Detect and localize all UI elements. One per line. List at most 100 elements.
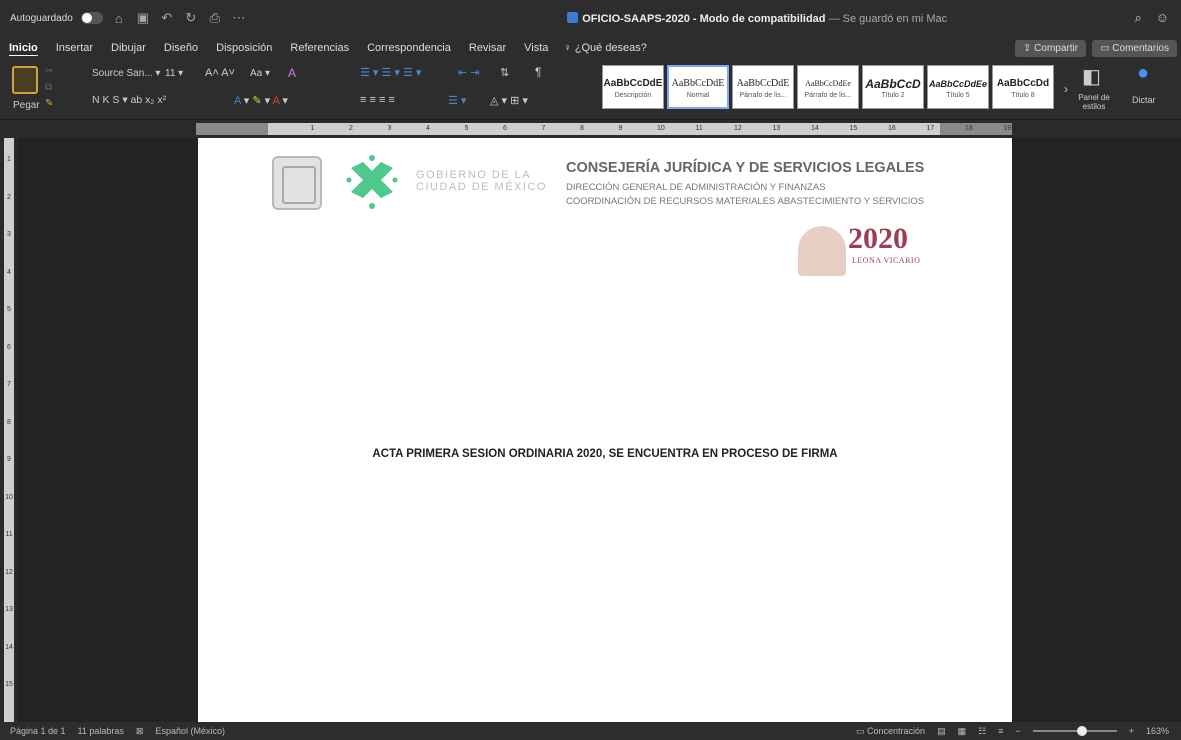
styles-pane-icon[interactable]: ◧ <box>1082 64 1101 89</box>
zoom-slider[interactable] <box>1032 726 1117 736</box>
home-icon[interactable]: ⌂ <box>111 11 127 26</box>
ruler-number: 15 <box>849 125 858 132</box>
body-text[interactable]: ACTA PRIMERA SESION ORDINARIA 2020, SE E… <box>198 448 1012 460</box>
sort-icon[interactable]: ⇅ <box>500 66 509 79</box>
line-spacing-icon[interactable]: ☰ ▾ <box>448 94 466 107</box>
dictate-button[interactable]: Dictar <box>1132 95 1156 105</box>
tab-revisar[interactable]: Revisar <box>460 42 515 54</box>
save-icon[interactable]: ▣ <box>135 10 151 26</box>
ribbon-home: Pegar ✂ ⧉ ✎ Source San... ▾ 11 ▾ A˄ A˅ A… <box>0 60 1181 120</box>
styles-pane-button[interactable]: Panel de estilos <box>1076 93 1112 111</box>
consejeria-heading: CONSEJERÍA JURÍDICA Y DE SERVICIOS LEGAL… <box>566 160 925 176</box>
grow-font-icon[interactable]: A˄ A˅ <box>205 67 235 79</box>
ruler-number: 17 <box>926 125 935 132</box>
ruler-number: 9 <box>618 125 623 132</box>
ruler-number: 5 <box>464 125 469 132</box>
zoom-slider-knob[interactable] <box>1077 726 1088 736</box>
text-color-buttons[interactable]: A ▾ ✎ ▾ A ▾ <box>234 94 288 107</box>
ruler-number: 14 <box>811 125 819 132</box>
style-titulo-2[interactable]: AaBbCcD Título 2 <box>862 65 924 109</box>
search-icon[interactable]: ⌕ <box>1134 10 1141 26</box>
proofing-icon[interactable]: ⊠ <box>136 726 144 737</box>
more-icon[interactable]: ⋯ <box>231 10 247 26</box>
style-titulo-5[interactable]: AaBbCcDdEe Título 5 <box>927 65 989 109</box>
pilcrow-icon[interactable]: ¶ <box>535 65 541 79</box>
web-layout-icon[interactable]: ▦ <box>958 726 967 737</box>
tab-referencias[interactable]: Referencias <box>281 42 358 54</box>
bullets-icon[interactable]: ☰ ▾ ☰ ▾ ☰ ▾ <box>360 66 421 79</box>
indent-icon[interactable]: ⇤ ⇥ <box>458 66 480 79</box>
horizontal-ruler[interactable]: 1 2 3 4 5 6 7 8 9 10 11 12 13 14 15 16 17 18 19 <box>0 120 1181 138</box>
style-parrafo-lista-1[interactable]: AaBbCcDdE Párrafo de lis... <box>732 65 794 109</box>
focus-mode-button[interactable]: ▭ Concentración <box>856 726 925 737</box>
vertical-ruler-number: 4 <box>7 268 11 276</box>
quick-access-toolbar: Autoguardado ⌂ ▣ ↶ ↻ ⎙ ⋯ <box>0 10 380 26</box>
compat-mode: - Modo de compatibilidad <box>692 12 826 25</box>
smiley-icon[interactable]: ☺ <box>1156 10 1169 26</box>
logo-name: LEONA VICARIO <box>852 256 921 265</box>
style-titulo-8[interactable]: AaBbCcDd Título 8 <box>992 65 1054 109</box>
comments-button[interactable]: ▭ Comentarios <box>1092 39 1177 57</box>
word-doc-icon <box>567 11 579 23</box>
right-margin-shade <box>940 123 1012 135</box>
cdmx-logo <box>346 155 398 209</box>
title-bar: Autoguardado ⌂ ▣ ↶ ↻ ⎙ ⋯ OFICIO-SAAPS-20… <box>0 0 1181 36</box>
styles-gallery: AaBbCcDdE Descripción AaBbCcDdE Normal AaB… <box>602 65 1054 115</box>
redo-icon[interactable]: ↻ <box>183 10 199 26</box>
tab-insertar[interactable]: Insertar <box>47 42 102 54</box>
clear-format-icon[interactable]: A <box>288 66 296 80</box>
clipboard-icon[interactable] <box>12 66 38 94</box>
status-bar: Página 1 de 1 11 palabras ⊠ Español (Méx… <box>0 722 1181 740</box>
print-icon[interactable]: ⎙ <box>207 10 223 26</box>
styles-more-icon[interactable]: › <box>1064 82 1068 96</box>
tab-diseno[interactable]: Diseño <box>155 42 207 54</box>
draft-view-icon[interactable]: ≡ <box>998 726 1003 736</box>
format-buttons[interactable]: N K S ▾ ab x₂ x² <box>92 94 166 106</box>
change-case-button[interactable]: Aa ▾ <box>250 68 270 79</box>
align-icons[interactable]: ≡ ≡ ≡ ≡ <box>360 94 395 106</box>
leona-portrait <box>798 226 846 276</box>
share-icon: ⇪ <box>1022 42 1035 54</box>
autosave-toggle[interactable] <box>80 12 103 24</box>
ruler-number: 3 <box>387 125 392 132</box>
undo-icon[interactable]: ↶ <box>159 10 175 26</box>
vertical-ruler-number: 6 <box>7 343 11 351</box>
tab-dibujar[interactable]: Dibujar <box>102 42 155 54</box>
font-name-select[interactable]: Source San... ▾ <box>92 68 160 79</box>
tab-correspondencia[interactable]: Correspondencia <box>358 42 460 54</box>
vertical-ruler-number: 9 <box>7 456 11 463</box>
zoom-in-button[interactable]: + <box>1129 726 1134 736</box>
style-normal[interactable]: AaBbCcDdE Normal <box>667 65 729 109</box>
ruler-number: 13 <box>772 125 781 132</box>
share-button[interactable]: ⇪ Compartir <box>1014 39 1087 57</box>
language-label[interactable]: Español (México) <box>155 726 225 737</box>
tell-me-search[interactable]: ♀ ¿Qué deseas? <box>557 42 646 54</box>
cdmx-seal-logo <box>272 156 322 210</box>
document-page[interactable]: GOBIERNO DE LA CIUDAD DE MÉXICO CONSEJER… <box>198 138 1012 722</box>
focus-icon: ▭ <box>856 725 868 736</box>
outline-view-icon[interactable]: ☷ <box>978 726 986 737</box>
direccion-line: DIRECCIÓN GENERAL DE ADMINISTRACIÓN Y FI… <box>566 182 826 193</box>
zoom-level[interactable]: 163% <box>1146 726 1169 736</box>
vertical-ruler[interactable]: 1 2 3 4 5 6 7 8 9 10 11 12 13 14 15 <box>0 138 18 722</box>
cut-icon[interactable]: ✂ <box>45 66 53 77</box>
format-painter-icon[interactable]: ✎ <box>45 98 53 109</box>
tab-vista[interactable]: Vista <box>515 42 557 54</box>
zoom-out-button[interactable]: − <box>1015 726 1020 736</box>
paste-button[interactable]: Pegar <box>13 100 40 111</box>
style-parrafo-lista-2[interactable]: AaBbCcDdEe Párrafo de lis... <box>797 65 859 109</box>
page-count[interactable]: Página 1 de 1 <box>10 726 66 737</box>
copy-icon[interactable]: ⧉ <box>45 82 52 93</box>
word-count[interactable]: 11 palabras <box>78 726 124 737</box>
print-layout-icon[interactable]: ▤ <box>937 726 946 737</box>
vertical-ruler-number: 11 <box>5 531 13 538</box>
style-descripcion[interactable]: AaBbCcDdE Descripción <box>602 65 664 109</box>
vertical-ruler-number: 8 <box>7 418 11 426</box>
microphone-icon[interactable]: ● <box>1137 62 1149 85</box>
lightbulb-icon: ♀ <box>563 42 575 54</box>
font-size-select[interactable]: 11 ▾ <box>165 68 183 79</box>
logo-year: 2020 <box>848 222 908 255</box>
tab-disposicion[interactable]: Disposición <box>207 42 281 54</box>
tab-inicio[interactable]: Inicio <box>0 42 47 54</box>
shading-icon[interactable]: ◬ ▾ ⊞ ▾ <box>490 94 528 107</box>
